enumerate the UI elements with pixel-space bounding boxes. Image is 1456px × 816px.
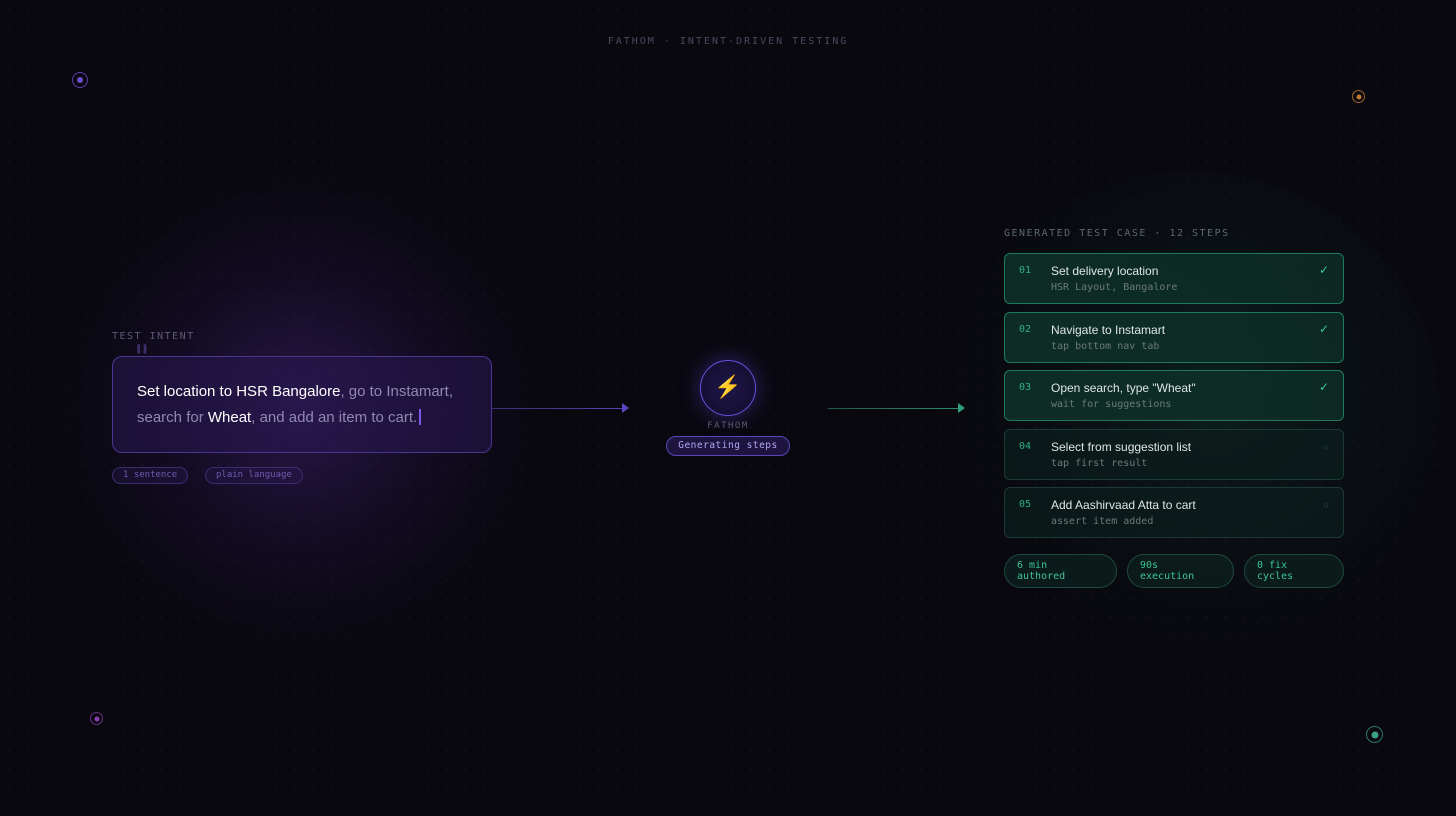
stat-label: execution (1140, 571, 1195, 582)
step-title: Select from suggestion list (1051, 440, 1192, 454)
engine-name: FATHOM (707, 421, 749, 431)
intent-text: , and add an item to cart. (251, 409, 418, 426)
step-number: 05 (1019, 499, 1032, 510)
step-detail: tap first result (1051, 458, 1148, 469)
stat-value: 90s (1140, 560, 1159, 571)
step-detail: wait for suggestions (1051, 399, 1172, 410)
step-number: 04 (1019, 441, 1032, 452)
intent-highlight-term: Wheat (207, 409, 252, 426)
step-card[interactable]: 05 Add Aashirvaad Atta to cart assert it… (1004, 487, 1344, 538)
status-badge: Generating steps (666, 436, 790, 456)
step-number: 03 (1019, 382, 1032, 393)
step-number: 02 (1019, 324, 1032, 335)
stat-authored: 6 min authored (1004, 554, 1117, 588)
step-title: Navigate to Instamart (1051, 323, 1166, 337)
intent-tag: 1 sentence (112, 467, 189, 484)
check-icon: ✓ (1318, 380, 1329, 394)
step-card[interactable]: 02 Navigate to Instamart tap bottom nav … (1004, 312, 1344, 363)
step-card[interactable]: 03 Open search, type "Wheat" wait for su… (1004, 370, 1344, 421)
step-detail: HSR Layout, Bangalore (1051, 282, 1178, 293)
stat-execution: 90s execution (1127, 554, 1234, 588)
flow-arrow-icon (828, 403, 965, 413)
intent-tag: plain language (205, 467, 303, 484)
corner-node-icon (1352, 90, 1365, 103)
intent-label: TEST INTENT (112, 331, 195, 342)
step-number: 01 (1019, 265, 1032, 276)
step-detail: tap bottom nav tab (1051, 341, 1160, 352)
step-title: Add Aashirvaad Atta to cart (1051, 498, 1196, 512)
steps-header: GENERATED TEST CASE · 12 STEPS (1004, 228, 1230, 239)
stat-fix-cycles: 0 fix cycles (1244, 554, 1344, 588)
flow-arrow-icon (492, 403, 629, 413)
intent-highlight-location: Set location to HSR Bangalore (137, 383, 341, 400)
step-title: Set delivery location (1051, 264, 1159, 278)
page-title: FATHOM · INTENT-DRIVEN TESTING (607, 36, 849, 47)
step-detail: assert item added (1051, 516, 1154, 527)
check-icon: ✓ (1318, 263, 1329, 277)
canvas: FATHOM · INTENT-DRIVEN TESTING TEST INTE… (0, 0, 1456, 816)
step-card[interactable]: 01 Set delivery location HSR Layout, Ban… (1004, 253, 1344, 304)
corner-node-icon (90, 712, 103, 725)
corner-node-icon (1366, 726, 1383, 743)
pending-circle-icon: ○ (1323, 442, 1329, 452)
lightning-bolt-icon: ⚡ (700, 360, 756, 416)
check-icon: ✓ (1318, 322, 1329, 336)
pending-circle-icon: ○ (1323, 500, 1329, 510)
step-card[interactable]: 04 Select from suggestion list tap first… (1004, 429, 1344, 480)
intent-input[interactable]: Set location to HSR Bangalore, go to Ins… (112, 356, 492, 453)
stat-value: 0 fix (1257, 560, 1288, 571)
text-caret (419, 409, 422, 425)
stat-label: authored (1017, 571, 1066, 582)
step-title: Open search, type "Wheat" (1051, 381, 1196, 395)
corner-node-icon (72, 72, 88, 88)
stat-label: cycles (1257, 571, 1294, 582)
stat-value: 6 min (1017, 560, 1048, 571)
